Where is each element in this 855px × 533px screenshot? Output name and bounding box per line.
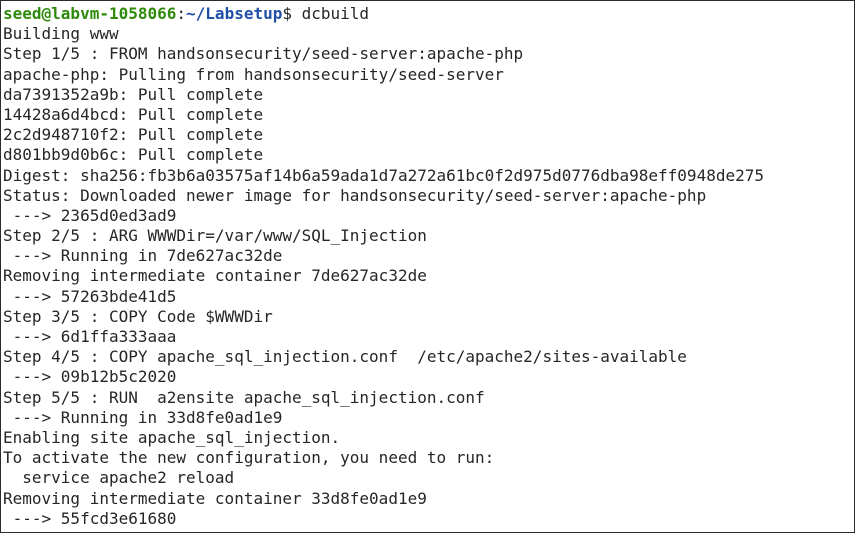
output-line: service apache2 reload — [3, 468, 235, 488]
output-line: 2c2d948710f2: Pull complete — [3, 125, 264, 145]
prompt-line: seed@labvm-1058066:~/Labsetup$ dcbuild — [3, 4, 854, 24]
output-line: d801bb9d0b6c: Pull complete — [3, 145, 264, 165]
output-line: da7391352a9b: Pull complete — [3, 84, 264, 104]
output-line: ---> Running in 33d8fe0ad1e9 — [3, 407, 283, 427]
output-line: Step 1/5 : FROM handsonsecurity/seed-ser… — [3, 44, 524, 64]
prompt-path: ~/Labsetup — [186, 4, 283, 23]
output-line: Digest: sha256:fb3b6a03575af14b6a59ada1d… — [3, 165, 764, 185]
output-line: Building www — [3, 24, 119, 44]
output-line: Step 3/5 : COPY Code $WWWDir — [3, 306, 273, 326]
output-line: Enabling site apache_sql_injection. — [3, 427, 341, 447]
terminal-window[interactable]: seed@labvm-1058066:~/Labsetup$ dcbuild B… — [0, 0, 855, 533]
output-line: ---> 57263bde41d5 — [3, 286, 177, 306]
output-line: ---> 2365d0ed3ad9 — [3, 205, 177, 225]
output-line: ---> 55fcd3e61680 — [3, 508, 177, 528]
output-line: Step 2/5 : ARG WWWDir=/var/www/SQL_Injec… — [3, 226, 427, 246]
output-line: Status: Downloaded newer image for hands… — [3, 185, 707, 205]
output-line: ---> Running in 7de627ac32de — [3, 246, 283, 266]
output-line: Removing intermediate container 33d8fe0a… — [3, 488, 427, 508]
output-line: 14428a6d4bcd: Pull complete — [3, 104, 264, 124]
prompt-user-host: seed@labvm-1058066 — [3, 4, 177, 23]
output-line: ---> 09b12b5c2020 — [3, 367, 177, 387]
output-line: To activate the new configuration, you n… — [3, 448, 495, 468]
output-line: Step 4/5 : COPY apache_sql_injection.con… — [3, 347, 687, 367]
prompt-command: dcbuild — [292, 4, 370, 23]
output-line: Removing intermediate container 7de627ac… — [3, 266, 427, 286]
prompt-separator: : — [176, 4, 187, 23]
output-line: ---> 6d1ffa333aaa — [3, 327, 177, 346]
prompt-symbol: $ — [282, 4, 292, 23]
output-line: Step 5/5 : RUN a2ensite apache_sql_injec… — [3, 387, 485, 407]
output-line: apache-php: Pulling from handsonsecurity… — [3, 64, 504, 84]
